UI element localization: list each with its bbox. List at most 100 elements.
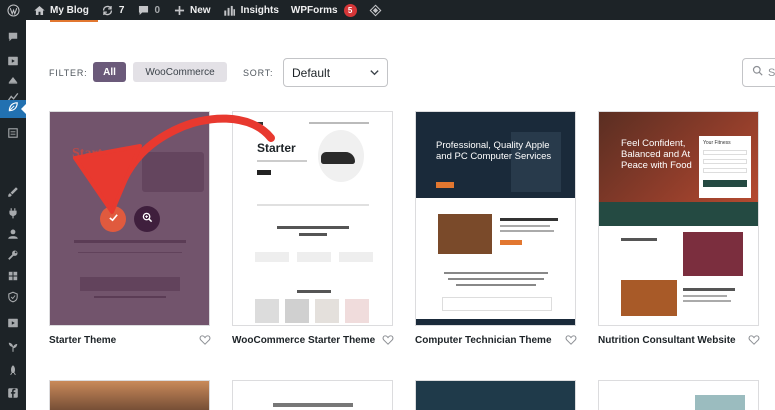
theme-card-starter[interactable]: Starter — [49, 111, 210, 326]
comment-icon — [136, 3, 150, 17]
preview-form-title: Your Fitness — [703, 140, 731, 146]
theme-card-row2-3[interactable] — [415, 380, 576, 410]
theme-card-nutrition-consultant[interactable]: Feel Confident, Balanced and At Peace wi… — [598, 111, 759, 326]
side-menu-themes[interactable] — [0, 100, 26, 118]
insights-link[interactable]: Insights — [217, 0, 285, 20]
comments-link[interactable]: 0 — [130, 0, 166, 20]
diamond-tool-link[interactable] — [363, 0, 389, 20]
insights-label: Insights — [240, 4, 279, 16]
facebook-icon — [7, 386, 19, 404]
search-input[interactable]: Se — [742, 58, 775, 87]
paintbrush-icon — [7, 185, 19, 203]
side-menu-comments[interactable] — [0, 30, 26, 48]
checkmark-icon — [108, 210, 119, 228]
home-icon — [32, 3, 46, 17]
app-root: My Blog 7 0 New Insights WPForms 5 FILTE… — [0, 0, 775, 410]
comment-icon — [7, 30, 19, 48]
site-name-link[interactable]: My Blog — [26, 0, 95, 20]
search-icon — [752, 65, 764, 80]
heart-icon — [748, 333, 760, 350]
side-menu-social[interactable] — [0, 386, 26, 404]
side-menu-campaigns[interactable] — [0, 73, 26, 91]
side-menu-rocket[interactable] — [0, 363, 26, 381]
theme-name-nutrition-consultant[interactable]: Nutrition Consultant Website — [598, 335, 736, 346]
sprout-icon — [7, 340, 19, 358]
theme-name-computer-technician[interactable]: Computer Technician Theme — [415, 335, 552, 346]
shield-icon — [7, 290, 19, 308]
side-menu-forms[interactable] — [0, 126, 26, 144]
seedprod-leaf-icon — [7, 100, 19, 118]
new-label: New — [190, 4, 211, 16]
theme-preview-image — [50, 381, 209, 410]
plus-icon — [172, 3, 186, 17]
theme-card-row2-2[interactable] — [232, 380, 393, 410]
megaphone-icon — [7, 73, 19, 91]
filter-woocommerce-button[interactable]: WooCommerce — [133, 62, 227, 82]
theme-name-starter[interactable]: Starter Theme — [49, 335, 116, 346]
preview-signup-form: Your Fitness — [699, 136, 751, 198]
wordpress-icon — [6, 3, 20, 17]
theme-card-computer-technician[interactable]: Professional, Quality Apple and PC Compu… — [415, 111, 576, 326]
site-name: My Blog — [50, 4, 89, 16]
side-menu-settings[interactable] — [0, 269, 26, 287]
favorite-starter[interactable] — [199, 333, 211, 345]
theme-card-row2-4[interactable] — [598, 380, 759, 410]
side-menu-plugins[interactable] — [0, 206, 26, 224]
heart-icon — [565, 333, 577, 350]
side-menu-security[interactable] — [0, 290, 26, 308]
settings-grid-icon — [7, 269, 19, 287]
sort-select[interactable]: Default — [283, 58, 388, 87]
wordpress-logo-button[interactable] — [0, 0, 26, 20]
heart-icon — [382, 333, 394, 350]
heart-icon — [199, 333, 211, 350]
hover-overlay — [50, 112, 209, 325]
favorite-woocommerce-starter[interactable] — [382, 333, 394, 345]
sort-select-value: Default — [292, 65, 331, 80]
theme-templates-panel: FILTER: All WooCommerce SORT: Default Se — [26, 20, 775, 410]
favorite-nutrition-consultant[interactable] — [748, 333, 760, 345]
play-icon — [7, 316, 19, 334]
updates-count: 7 — [118, 4, 125, 16]
play-icon — [7, 54, 19, 72]
zoom-in-icon — [142, 210, 153, 228]
form-icon — [7, 126, 19, 144]
chevron-down-icon — [369, 67, 380, 78]
filter-label: FILTER: — [49, 68, 88, 78]
search-placeholder: Se — [768, 66, 775, 79]
side-menu-users[interactable] — [0, 227, 26, 245]
theme-preview-title: Starter — [257, 141, 296, 155]
admin-bar: My Blog 7 0 New Insights WPForms 5 — [0, 0, 775, 20]
preview-logo-band — [599, 202, 758, 226]
wpforms-label: WPForms — [290, 4, 338, 16]
theme-card-woocommerce-starter[interactable]: Starter — [232, 111, 393, 326]
theme-name-woocommerce-starter[interactable]: WooCommerce Starter Theme — [232, 335, 375, 346]
sort-label: SORT: — [243, 68, 274, 78]
filter-all-button[interactable]: All — [93, 62, 126, 82]
select-theme-button[interactable] — [100, 206, 126, 232]
comments-count: 0 — [154, 4, 161, 16]
side-menu-video[interactable] — [0, 316, 26, 334]
theme-card-row2-1[interactable] — [49, 380, 210, 410]
theme-preview-title: Professional, Quality Apple and PC Compu… — [436, 140, 552, 162]
diamond-icon — [369, 3, 383, 17]
theme-preview-title: Starter — [72, 146, 115, 161]
refresh-icon — [101, 3, 115, 17]
bar-chart-icon — [223, 3, 237, 17]
wpforms-badge: 5 — [343, 3, 357, 17]
favorite-computer-technician[interactable] — [565, 333, 577, 345]
active-tab-underline — [50, 20, 98, 22]
admin-side-menu — [0, 20, 26, 410]
plug-icon — [7, 206, 19, 224]
theme-preview-title: Feel Confident, Balanced and At Peace wi… — [621, 138, 692, 171]
user-icon — [7, 227, 19, 245]
wrench-icon — [7, 248, 19, 266]
side-menu-media[interactable] — [0, 54, 26, 72]
side-menu-tools[interactable] — [0, 248, 26, 266]
wpforms-link[interactable]: WPForms 5 — [285, 0, 363, 20]
rocket-icon — [7, 363, 19, 381]
side-menu-appearance[interactable] — [0, 185, 26, 203]
updates-link[interactable]: 7 — [95, 0, 131, 20]
new-content-link[interactable]: New — [166, 0, 217, 20]
preview-theme-button[interactable] — [134, 206, 160, 232]
side-menu-growth[interactable] — [0, 340, 26, 358]
